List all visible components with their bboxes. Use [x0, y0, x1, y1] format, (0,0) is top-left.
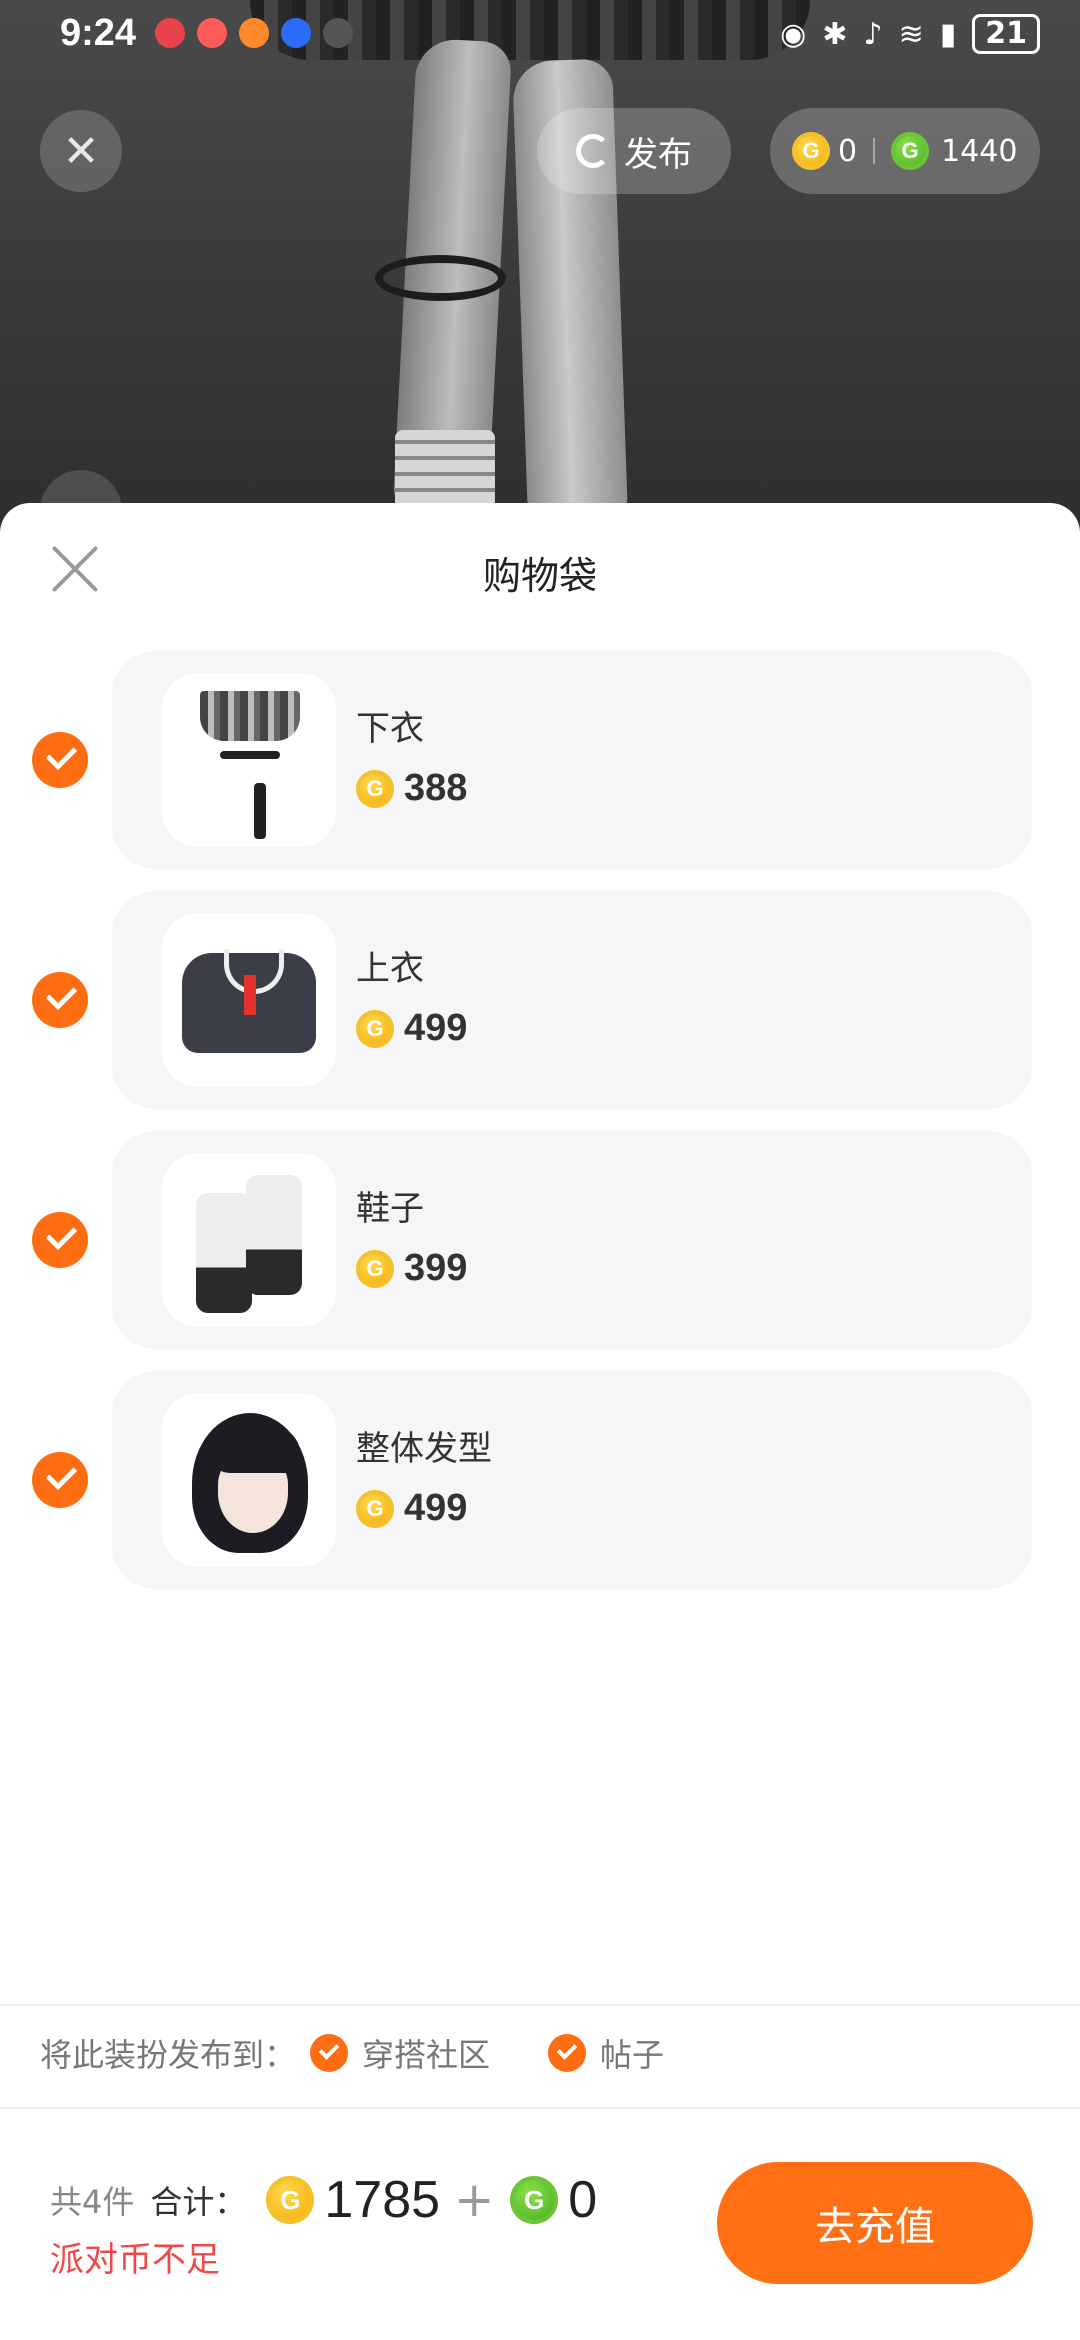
checkbox-icon: [310, 2034, 349, 2072]
wifi-icon: ≋: [898, 16, 924, 52]
checkbox-icon: [548, 2034, 587, 2072]
recharge-button[interactable]: 去充值: [717, 2162, 1033, 2284]
currency-balance[interactable]: G 0 G 1440: [770, 108, 1040, 194]
boots-thumbnail: [162, 1153, 336, 1327]
green-balance: 1440: [941, 133, 1018, 169]
option-label: 穿搭社区: [362, 2036, 491, 2074]
notification-icons: [155, 18, 353, 48]
item-name: 鞋子: [356, 1189, 424, 1229]
item-card[interactable]: 上衣 G 499: [112, 891, 1032, 1109]
publish-destination-row: 将此装扮发布到： 穿搭社区 帖子: [40, 2030, 664, 2076]
item-checkbox[interactable]: [32, 732, 88, 788]
price-value: 388: [404, 767, 468, 809]
item-name: 下衣: [356, 709, 424, 749]
system-status: ◉ ✱ ♪ ≋ ▮ 21: [780, 14, 1040, 54]
divider: [0, 2004, 1080, 2006]
price-value: 499: [404, 1007, 468, 1049]
item-price: G 499: [356, 1007, 467, 1050]
cart-item: 鞋子 G 399: [0, 1131, 1080, 1349]
status-bar: 9:24 ◉ ✱ ♪ ≋ ▮ 21: [0, 0, 1080, 70]
strap-shape: [254, 783, 266, 839]
belt-shape: [220, 751, 280, 759]
hairstyle-thumbnail: [162, 1393, 336, 1567]
gold-coin-icon: G: [356, 769, 394, 808]
bluetooth-icon: ✱: [822, 16, 848, 52]
divider: [873, 138, 876, 164]
battery-icon: 21: [972, 14, 1040, 54]
close-icon: ✕: [62, 125, 100, 177]
item-card[interactable]: 鞋子 G 399: [112, 1131, 1032, 1349]
item-card[interactable]: 整体发型 G 499: [112, 1371, 1032, 1589]
app-notification-icon: [281, 18, 311, 48]
option-post[interactable]: 帖子: [548, 2030, 664, 2076]
skirt-shape: [200, 691, 300, 741]
total-line: 共4件 合计： G 1785 + G 0: [50, 2170, 605, 2230]
gold-coin-icon: G: [356, 1489, 394, 1528]
price-value: 399: [404, 1247, 468, 1289]
item-checkbox[interactable]: [32, 1212, 88, 1268]
avatar-preview-scene: 9:24 ◉ ✱ ♪ ≋ ▮ 21 ✕ 发布 G 0 G 1440: [0, 0, 1080, 520]
gold-coin-icon: G: [356, 1249, 394, 1288]
item-name: 整体发型: [356, 1429, 492, 1469]
gold-total: 1785: [324, 2171, 441, 2229]
close-scene-button[interactable]: ✕: [40, 110, 122, 192]
option-outfit-community[interactable]: 穿搭社区: [310, 2030, 490, 2076]
boot-shape: [196, 1193, 252, 1313]
item-price: G 399: [356, 1247, 467, 1290]
mute-icon: ♪: [863, 16, 883, 52]
publish-button[interactable]: 发布: [537, 108, 731, 194]
item-price: G 499: [356, 1487, 467, 1530]
option-label: 帖子: [600, 2036, 665, 2074]
publish-icon: [576, 134, 610, 168]
gold-balance: 0: [838, 133, 858, 169]
publish-to-label: 将此装扮发布到：: [40, 2036, 297, 2074]
gold-coin-icon: G: [792, 132, 830, 170]
sheet-title: 购物袋: [482, 554, 597, 598]
bangs-shape: [210, 1427, 300, 1473]
cart-item: 整体发型 G 499: [0, 1371, 1080, 1589]
item-name: 上衣: [356, 949, 424, 989]
total-label: 合计：: [150, 2183, 247, 2221]
boot-shape: [246, 1175, 302, 1295]
app-notification-icon: [155, 18, 185, 48]
item-price: G 388: [356, 767, 467, 810]
app-notification-icon: [239, 18, 269, 48]
publish-label: 发布: [624, 134, 692, 175]
skirt-thumbnail: [162, 673, 336, 847]
signal-icon: ▮: [939, 16, 957, 52]
gold-coin-icon: G: [356, 1009, 394, 1048]
cart-item: 上衣 G 499: [0, 891, 1080, 1109]
green-coin-icon: G: [510, 2176, 559, 2224]
item-checkbox[interactable]: [32, 972, 88, 1028]
cart-item: 下衣 G 388: [0, 651, 1080, 869]
divider: [0, 2107, 1080, 2109]
jacket-thumbnail: [162, 913, 336, 1087]
avatar-leg-strap: [375, 255, 506, 301]
item-card[interactable]: 下衣 G 388: [112, 651, 1032, 869]
eye-icon: ◉: [780, 16, 807, 52]
item-count: 共4件: [50, 2183, 135, 2221]
insufficient-funds-warning: 派对币不足: [50, 2240, 220, 2280]
app-notification-icon: [197, 18, 227, 48]
item-checkbox[interactable]: [32, 1452, 88, 1508]
order-total: 共4件 合计： G 1785 + G 0 派对币不足: [50, 2170, 605, 2281]
status-time: 9:24: [60, 12, 137, 54]
green-coin-icon: G: [891, 132, 930, 170]
gold-coin-icon: G: [266, 2176, 315, 2224]
price-value: 499: [404, 1487, 468, 1529]
tie-shape: [244, 975, 256, 1015]
app-notification-icon: [323, 18, 353, 48]
plus-sign: +: [454, 2172, 495, 2228]
green-total: 0: [568, 2171, 598, 2229]
